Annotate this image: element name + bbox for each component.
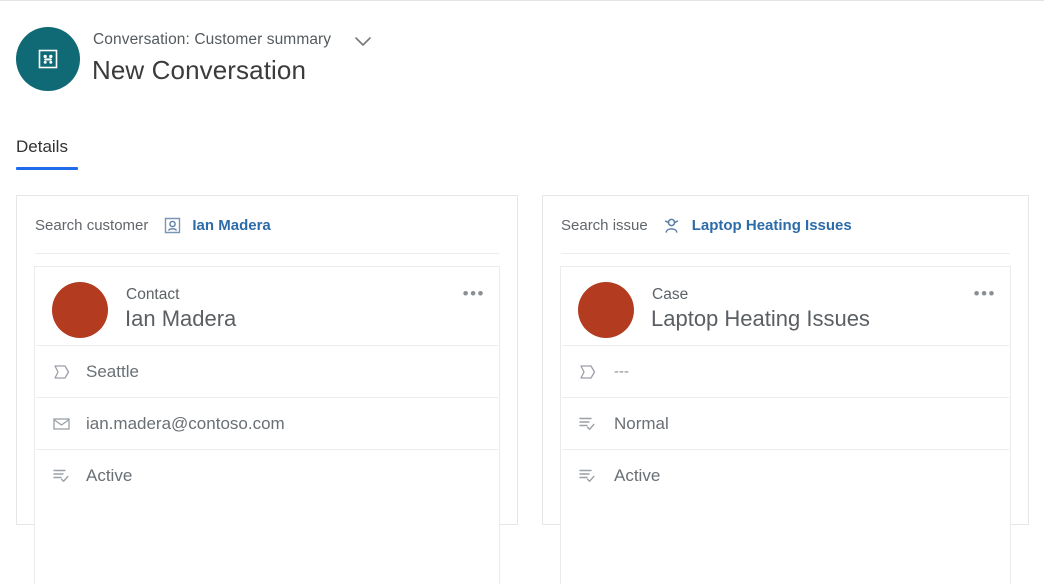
conversation-icon: [16, 27, 80, 91]
tab-bar: Details: [0, 137, 1044, 177]
avatar: [578, 282, 634, 338]
case-record-header: Case Laptop Heating Issues •••: [561, 267, 1010, 345]
contact-field-email-value: ian.madera@contoso.com: [86, 413, 285, 433]
case-person-icon: [662, 215, 682, 235]
case-field-location-value: ---: [614, 363, 629, 380]
contact-card-icon: [162, 215, 182, 235]
contact-field-location-value: Seattle: [86, 361, 139, 381]
conversation-summary-page: Conversation: Customer summary New Conve…: [0, 0, 1044, 584]
record-type-label: Case: [652, 286, 689, 303]
case-field-priority: Normal: [562, 397, 1009, 449]
contact-overflow-menu-button[interactable]: •••: [463, 285, 485, 302]
breadcrumb: Conversation: Customer summary: [93, 31, 332, 48]
record-name: Laptop Heating Issues: [651, 306, 870, 331]
location-tag-icon: [50, 361, 72, 383]
record-name: Ian Madera: [125, 306, 237, 331]
search-issue-divider: [561, 253, 1010, 254]
contact-field-location: Seattle: [36, 345, 498, 397]
contact-field-status: Active: [36, 449, 498, 501]
search-customer-row[interactable]: Search customer Ian Madera: [17, 196, 517, 254]
chevron-down-icon[interactable]: [352, 33, 374, 49]
contact-record-header: Contact Ian Madera •••: [35, 267, 499, 345]
tab-details-indicator: [16, 167, 78, 170]
search-issue-value[interactable]: Laptop Heating Issues: [692, 217, 852, 234]
contact-field-email: ian.madera@contoso.com: [36, 397, 498, 449]
page-header: Conversation: Customer summary New Conve…: [0, 1, 1044, 119]
search-customer-divider: [35, 253, 499, 254]
status-list-icon: [576, 465, 598, 487]
status-list-icon: [576, 413, 598, 435]
search-issue-row[interactable]: Search issue Laptop Heating Issues: [543, 196, 1028, 254]
search-customer-value[interactable]: Ian Madera: [192, 217, 270, 234]
contact-field-status-value: Active: [86, 465, 133, 485]
case-field-status: Active: [562, 449, 1009, 501]
contact-record: Contact Ian Madera ••• Seattle ian.mader…: [34, 266, 500, 584]
case-field-location: ---: [562, 345, 1009, 397]
email-icon: [50, 413, 72, 435]
customer-card: Search customer Ian Madera Contact Ian M…: [16, 195, 518, 584]
location-tag-icon: [576, 361, 598, 383]
status-list-icon: [50, 465, 72, 487]
record-type-label: Contact: [126, 286, 180, 303]
case-record: Case Laptop Heating Issues ••• --- Norma…: [560, 266, 1011, 584]
issue-card: Search issue Laptop Heating Issues Case …: [542, 195, 1029, 584]
avatar: [52, 282, 108, 338]
case-overflow-menu-button[interactable]: •••: [974, 285, 996, 302]
search-issue-label: Search issue: [561, 216, 648, 234]
case-field-priority-value: Normal: [614, 413, 669, 433]
page-title: New Conversation: [92, 55, 307, 85]
tab-details[interactable]: Details: [16, 137, 68, 167]
search-customer-label: Search customer: [35, 216, 149, 234]
case-field-status-value: Active: [614, 465, 661, 485]
